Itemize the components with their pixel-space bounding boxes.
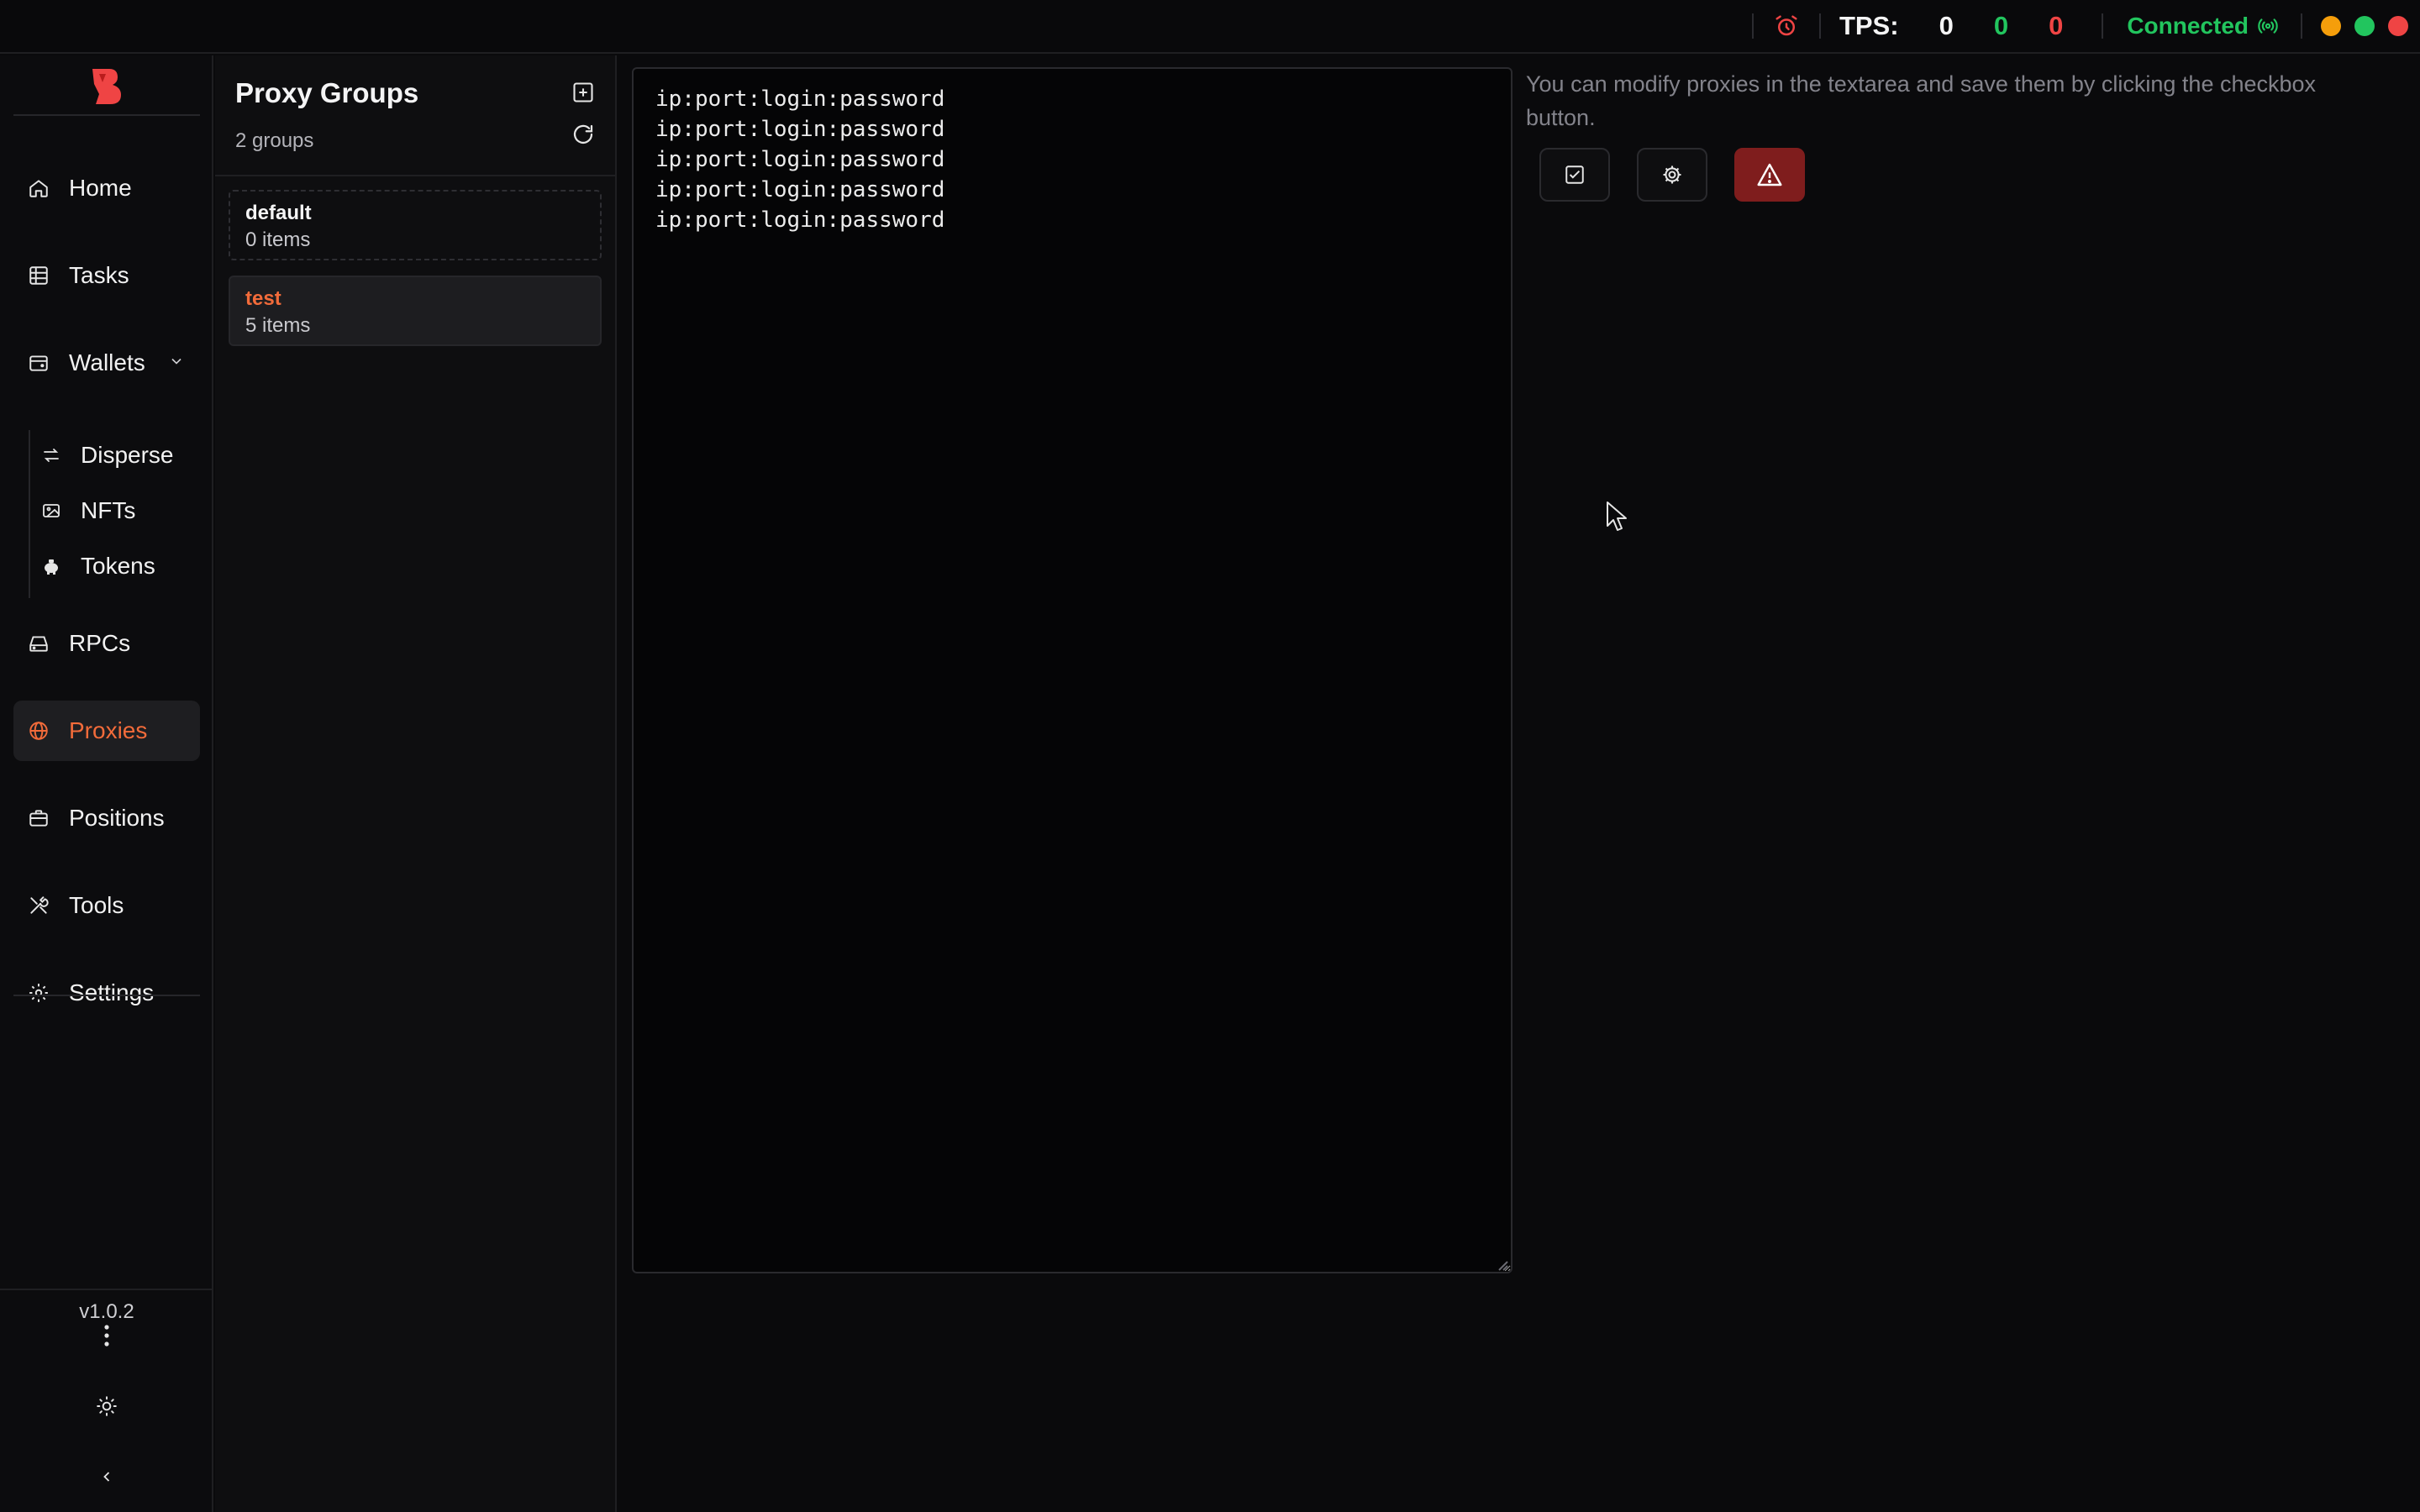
- refresh-icon: [573, 124, 593, 144]
- piggy-bank-icon: [40, 555, 62, 577]
- tps-value-failed: 0: [2049, 11, 2064, 40]
- home-icon: [27, 176, 50, 200]
- topbar-divider: [1818, 13, 1821, 39]
- more-vertical-icon[interactable]: [90, 1319, 124, 1352]
- submenu-guide-line: [29, 430, 30, 598]
- resize-handle-icon[interactable]: [1494, 1257, 1509, 1272]
- proxy-groups-panel: Proxy Groups 2 groups default 0 items te…: [215, 55, 617, 1512]
- sidebar-item-wallets[interactable]: Wallets: [13, 333, 200, 393]
- refresh-groups-button[interactable]: [568, 119, 598, 150]
- topbar-divider: [2301, 13, 2302, 39]
- globe-icon: [27, 719, 50, 743]
- sidebar-item-label: Tasks: [69, 262, 129, 288]
- sidebar-subitem-tokens[interactable]: Tokens: [40, 541, 200, 591]
- add-group-button[interactable]: [568, 77, 598, 108]
- plus-square-icon: [573, 82, 593, 102]
- sidebar-item-label: Positions: [69, 805, 165, 831]
- chevron-down-icon[interactable]: [168, 353, 185, 374]
- save-proxies-button[interactable]: [1539, 148, 1610, 202]
- tools-icon: [27, 894, 50, 917]
- app-logo-icon: [92, 69, 121, 104]
- group-item-test[interactable]: test 5 items: [229, 276, 602, 346]
- groups-count: 2 groups: [235, 129, 314, 152]
- warning-icon: [1757, 163, 1782, 186]
- sidebar-item-positions[interactable]: Positions: [13, 788, 200, 848]
- sidebar-item-tasks[interactable]: Tasks: [13, 245, 200, 306]
- connection-status: Connected: [2127, 13, 2249, 39]
- sidebar-item-tools[interactable]: Tools: [13, 875, 200, 936]
- sidebar-item-label: Tokens: [81, 553, 155, 579]
- help-text: You can modify proxies in the textarea a…: [1526, 71, 2317, 130]
- sidebar-item-settings[interactable]: Settings: [13, 963, 200, 1023]
- top-bar: TPS: 0 0 0 Connected: [0, 0, 2420, 54]
- gear-icon: [1663, 165, 1681, 184]
- sidebar-item-rpcs[interactable]: RPCs: [13, 613, 200, 674]
- group-item-count: 0 items: [245, 228, 311, 251]
- tps-value-success: 0: [1993, 11, 2009, 40]
- sidebar-item-label: NFTs: [81, 497, 136, 523]
- drive-icon: [27, 632, 50, 655]
- proxy-groups-header: Proxy Groups 2 groups: [215, 55, 617, 176]
- arrows-icon: [40, 444, 62, 466]
- sidebar-item-label: Proxies: [69, 717, 148, 743]
- image-icon: [40, 500, 62, 522]
- alarm-icon[interactable]: [1772, 12, 1801, 40]
- tps-value-total: 0: [1939, 11, 1954, 40]
- sidebar-subitem-disperse[interactable]: Disperse: [40, 430, 200, 480]
- sidebar-item-label: Home: [69, 175, 132, 201]
- checkbox-icon: [1565, 165, 1584, 184]
- group-settings-button[interactable]: [1637, 148, 1707, 202]
- table-icon: [27, 264, 50, 287]
- close-window-button[interactable]: [2388, 16, 2408, 36]
- sidebar: Home Tasks Wallets Disperse NFTs Tokens …: [0, 55, 213, 1512]
- sidebar-divider: [13, 995, 200, 996]
- proxies-textarea[interactable]: ip:port:login:password ip:port:login:pas…: [632, 67, 1512, 1273]
- sidebar-item-home[interactable]: Home: [13, 158, 200, 218]
- signal-icon: [2254, 12, 2282, 40]
- group-name: test: [245, 287, 281, 310]
- wallet-icon: [27, 351, 50, 375]
- briefcase-icon: [27, 806, 50, 830]
- group-item-default[interactable]: default 0 items: [229, 190, 602, 260]
- sidebar-item-label: Wallets: [69, 349, 145, 375]
- topbar-divider: [1751, 13, 1754, 39]
- group-item-count: 5 items: [245, 314, 311, 337]
- app-window: TPS: 0 0 0 Connected Home Tasks Wallets …: [0, 0, 2420, 1512]
- maximize-window-button[interactable]: [2354, 16, 2375, 36]
- sidebar-item-label: Settings: [69, 979, 155, 1005]
- collapse-sidebar-icon[interactable]: [90, 1460, 124, 1494]
- sidebar-item-label: RPCs: [69, 630, 131, 656]
- sidebar-subitem-nfts[interactable]: NFTs: [40, 486, 200, 536]
- group-name: default: [245, 202, 312, 224]
- gear-icon: [27, 981, 50, 1005]
- mouse-cursor-icon: [1607, 501, 1627, 531]
- topbar-divider: [2102, 13, 2104, 39]
- minimize-window-button[interactable]: [2321, 16, 2341, 36]
- sidebar-item-label: Disperse: [81, 442, 174, 468]
- page-title: Proxy Groups: [235, 77, 419, 108]
- sun-icon[interactable]: [90, 1389, 124, 1423]
- delete-group-button[interactable]: [1734, 148, 1805, 202]
- sidebar-footer: [0, 1289, 213, 1512]
- sidebar-item-label: Tools: [69, 892, 124, 918]
- tps-label: TPS:: [1839, 11, 1899, 40]
- sidebar-item-proxies[interactable]: Proxies: [13, 701, 200, 761]
- sidebar-divider: [13, 114, 200, 116]
